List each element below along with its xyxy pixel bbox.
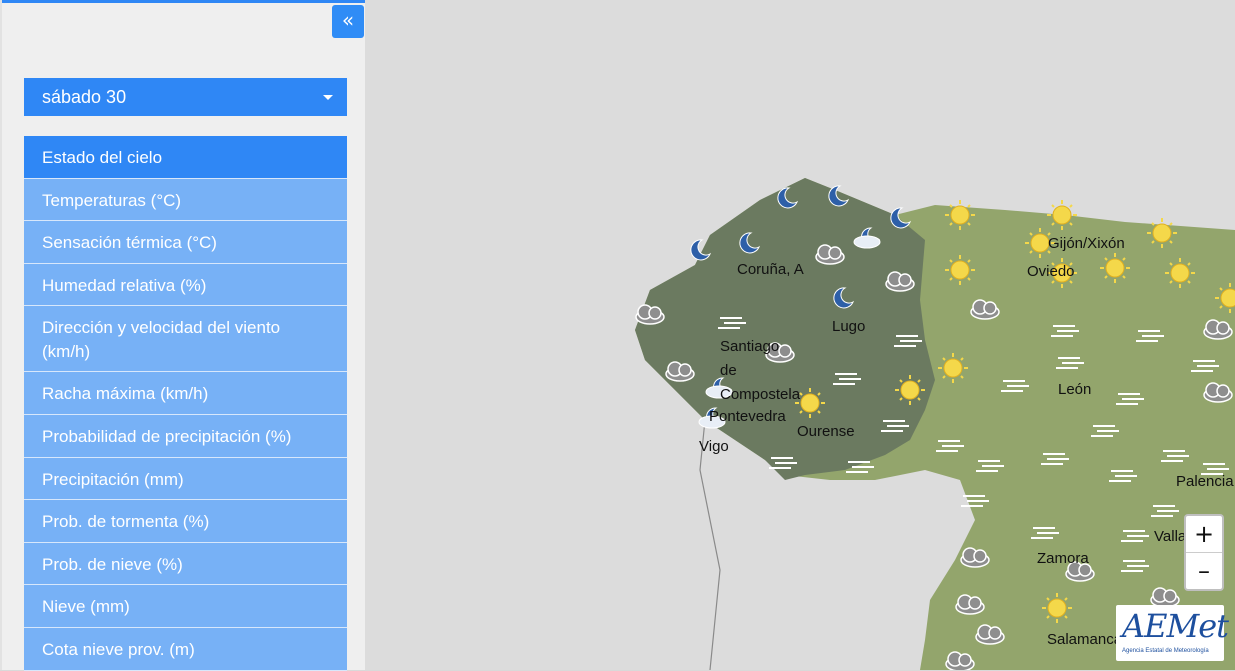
menu-item-prob-tormenta[interactable]: Prob. de tormenta (%) xyxy=(24,500,347,543)
menu-item-sensacion-termica[interactable]: Sensación térmica (°C) xyxy=(24,221,347,264)
day-select[interactable]: sábado 30 xyxy=(24,78,347,116)
map-base xyxy=(635,178,1235,670)
sidebar: « sábado 30 Estado del cielo Temperatura… xyxy=(0,0,367,671)
city-label: Santiago xyxy=(720,338,780,355)
menu-item-prob-precipitacion[interactable]: Probabilidad de precipitación (%) xyxy=(24,414,347,458)
zoom-control: + – xyxy=(1184,514,1224,591)
sidebar-top-accent xyxy=(2,0,367,3)
logo-mark: AEMet xyxy=(1122,607,1229,645)
city-label: Palencia xyxy=(1176,473,1234,490)
city-label: Zamora xyxy=(1037,550,1089,567)
city-label: Gijón/Xixón xyxy=(1048,235,1125,252)
menu-item-temperaturas[interactable]: Temperaturas (°C) xyxy=(24,178,347,222)
menu-item-precipitacion[interactable]: Precipitación (mm) xyxy=(24,457,347,501)
collapse-sidebar-button[interactable]: « xyxy=(332,5,364,38)
city-label: Compostela xyxy=(720,386,801,403)
city-label: Ourense xyxy=(797,423,855,440)
city-label: de xyxy=(720,362,737,379)
menu-item-viento[interactable]: Dirección y velocidad del viento (km/h) xyxy=(24,306,347,373)
city-label: Lugo xyxy=(832,318,866,335)
logo-subtitle: Agencia Estatal de Meteorología xyxy=(1122,648,1209,654)
zoom-in-button[interactable]: + xyxy=(1186,516,1222,553)
aemet-logo[interactable]: AEMet Agencia Estatal de Meteorología xyxy=(1116,605,1229,661)
city-label: Salamanca xyxy=(1047,631,1123,648)
menu-item-nieve[interactable]: Nieve (mm) xyxy=(24,585,347,628)
city-label: Pontevedra xyxy=(709,408,786,425)
menu-item-cota-nieve[interactable]: Cota nieve prov. (m) xyxy=(24,627,347,671)
city-label: Coruña, A xyxy=(737,261,804,278)
menu-item-humedad-relativa[interactable]: Humedad relativa (%) xyxy=(24,263,347,307)
day-select-value: sábado 30 xyxy=(42,87,127,107)
variable-menu: Estado del cielo Temperaturas (°C) Sensa… xyxy=(24,136,347,671)
zoom-out-button[interactable]: – xyxy=(1186,553,1222,589)
menu-item-racha-maxima[interactable]: Racha máxima (km/h) xyxy=(24,372,347,415)
caret-down-icon xyxy=(323,95,333,100)
menu-item-estado-cielo[interactable]: Estado del cielo xyxy=(24,136,347,179)
city-label: Vigo xyxy=(699,438,729,455)
menu-item-prob-nieve[interactable]: Prob. de nieve (%) xyxy=(24,542,347,586)
city-label: León xyxy=(1058,381,1092,398)
weather-map[interactable]: Coruña, A Lugo Santiago de Compostela Po… xyxy=(365,0,1235,670)
city-label: Valla xyxy=(1154,528,1187,545)
double-chevron-left-icon: « xyxy=(341,8,355,32)
city-label: Oviedo xyxy=(1027,263,1075,280)
